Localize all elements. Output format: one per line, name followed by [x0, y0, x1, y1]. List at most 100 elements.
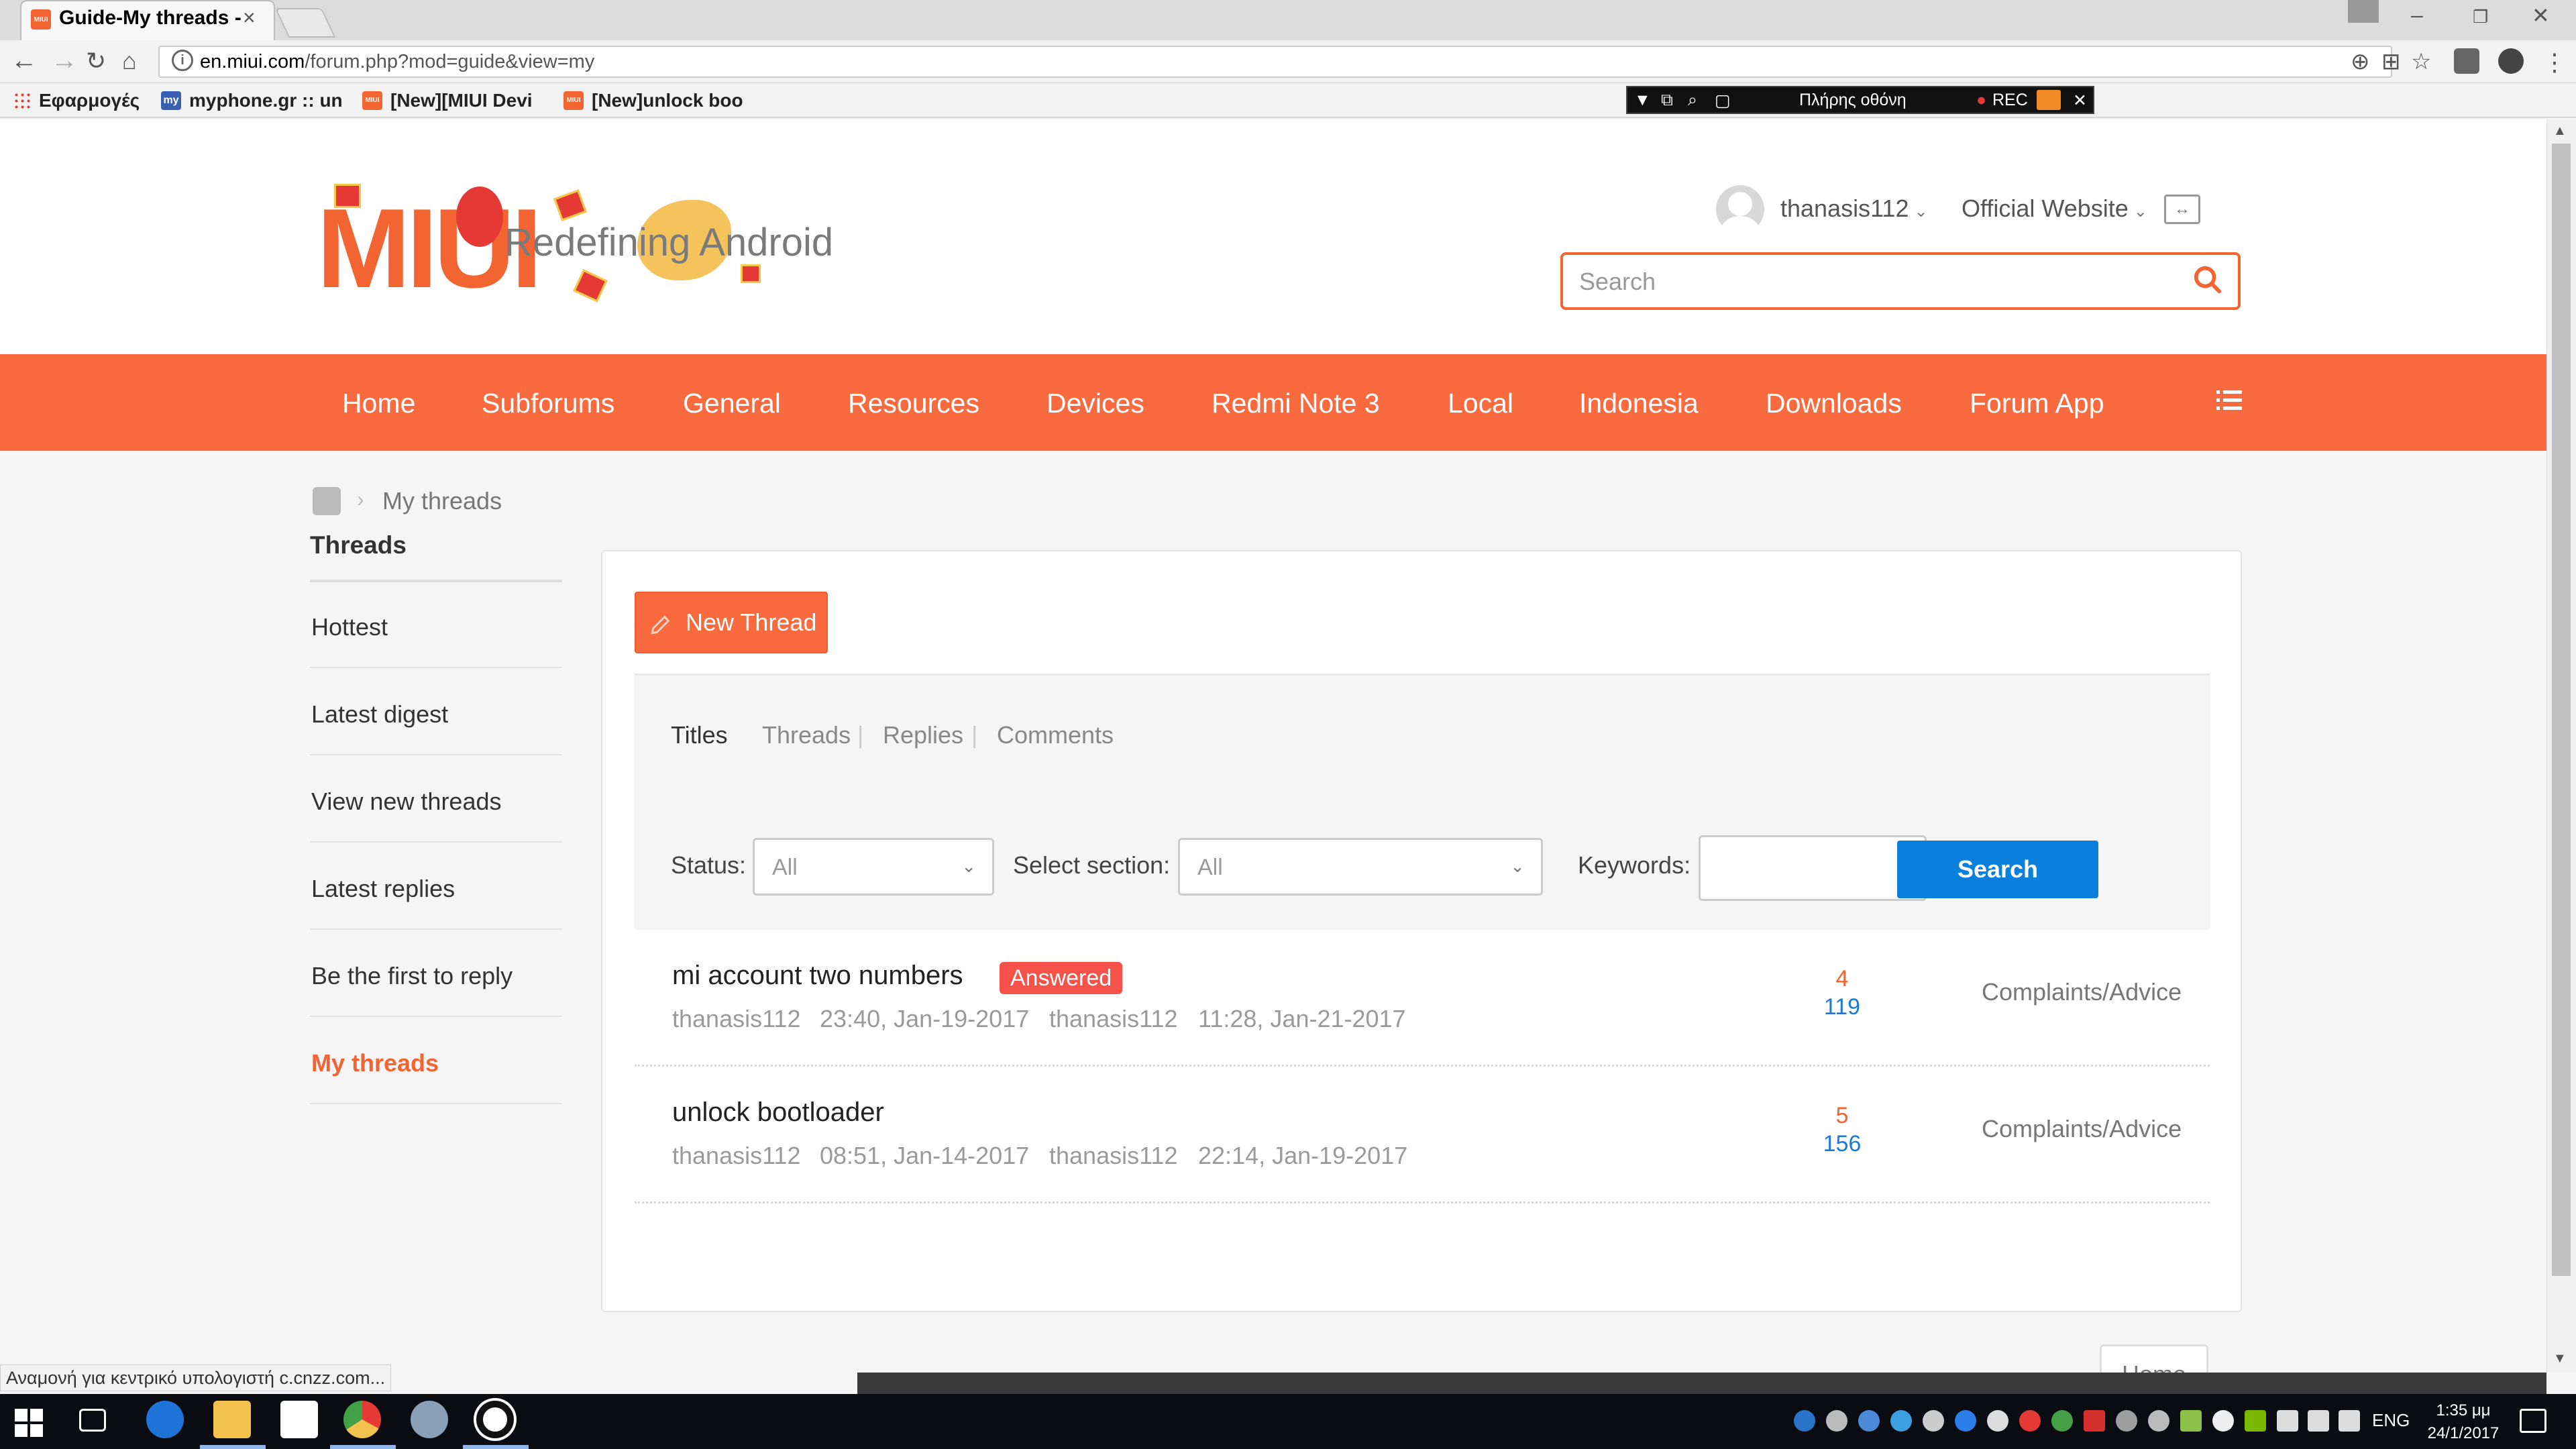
volume-icon[interactable]	[2339, 1410, 2360, 1432]
tray-app-icon[interactable]	[1890, 1410, 1912, 1432]
nav-subforums[interactable]: Subforums	[482, 388, 614, 419]
tab-replies[interactable]: Replies	[883, 721, 963, 749]
thread-title[interactable]: mi account two numbers	[672, 961, 963, 991]
thread-section[interactable]: Complaints/Advice	[1982, 978, 2182, 1006]
scrollbar-thumb[interactable]	[2552, 144, 2571, 1276]
expand-width-icon[interactable]: ↔	[2164, 195, 2200, 224]
thread-author[interactable]: thanasis112	[672, 1142, 800, 1170]
url-text[interactable]: en.miui.com/forum.php?mod=guide&view=my	[200, 51, 594, 73]
sidebar-item-latest-digest[interactable]: Latest digest	[310, 669, 562, 755]
thread-last-poster[interactable]: thanasis112	[1049, 1142, 1177, 1170]
nav-home[interactable]: Home	[342, 388, 415, 419]
recorder-zoom-icon[interactable]: ⌕	[1688, 91, 1697, 110]
new-thread-button[interactable]: New Thread	[635, 592, 828, 653]
breadcrumb-home-icon[interactable]	[313, 487, 341, 515]
action-center-icon[interactable]	[2520, 1409, 2546, 1433]
search-input[interactable]	[1579, 267, 2169, 297]
thread-section[interactable]: Complaints/Advice	[1982, 1115, 2182, 1143]
battery-icon[interactable]	[2277, 1410, 2298, 1432]
tray-app-icon[interactable]	[2180, 1410, 2202, 1432]
thread-last-poster[interactable]: thanasis112	[1049, 1005, 1177, 1033]
scroll-down-icon[interactable]: ▼	[2553, 1351, 2567, 1366]
official-website-menu[interactable]: Official Website ⌄	[1962, 195, 2147, 223]
sidebar-item-view-new-threads[interactable]: View new threads	[310, 757, 562, 843]
home-icon[interactable]: ⌂	[122, 47, 137, 75]
bookmark-star-icon[interactable]: ☆	[2411, 48, 2431, 75]
taskbar-clock[interactable]: 1:35 μμ 24/1/2017	[2423, 1399, 2504, 1445]
bookmark-apps[interactable]: Εφαρμογές	[13, 87, 148, 114]
nav-local[interactable]: Local	[1448, 388, 1513, 419]
network-globe-icon[interactable]	[411, 1401, 448, 1438]
section-select[interactable]: All ⌄	[1178, 838, 1543, 896]
search-icon[interactable]	[2192, 264, 2223, 295]
recorder-camera-icon[interactable]	[2037, 90, 2061, 110]
sidebar-item-hottest[interactable]: Hottest	[310, 582, 562, 668]
network-icon[interactable]	[2308, 1410, 2329, 1432]
nav-downloads[interactable]: Downloads	[1766, 388, 1902, 419]
tray-app-icon[interactable]	[1923, 1410, 1944, 1432]
restore-icon[interactable]: ❐	[2473, 7, 2488, 28]
recorder-fullscreen-label[interactable]: Πλήρης οθόνη	[1799, 91, 1907, 110]
keywords-input[interactable]	[1699, 835, 1927, 901]
browser-menu-icon[interactable]: ⋮	[2542, 48, 2567, 76]
back-icon[interactable]: ←	[11, 46, 38, 76]
input-language[interactable]: ENG	[2372, 1410, 2410, 1431]
nav-redmi-note-3[interactable]: Redmi Note 3	[1212, 388, 1380, 419]
tab-threads[interactable]: Threads	[762, 721, 851, 749]
nvidia-icon[interactable]	[2245, 1410, 2266, 1432]
site-info-icon[interactable]: i	[172, 50, 193, 71]
tray-app-icon[interactable]	[1987, 1410, 2008, 1432]
avatar[interactable]	[1716, 185, 1764, 233]
translate-icon[interactable]: ⊞	[2381, 48, 2401, 75]
zoom-icon[interactable]: ⊕	[2351, 48, 2370, 75]
status-select[interactable]: All ⌄	[753, 838, 994, 896]
record-app-icon[interactable]	[476, 1401, 514, 1438]
sidebar-item-my-threads[interactable]: My threads	[310, 1018, 562, 1104]
search-button[interactable]: Search	[1897, 841, 2098, 898]
recorder-dropdown-icon[interactable]: ▼	[1634, 91, 1651, 110]
tab-titles[interactable]: Titles	[671, 721, 728, 749]
onedrive-icon[interactable]	[2212, 1410, 2234, 1432]
extension-icon[interactable]	[2454, 48, 2479, 74]
minimize-icon[interactable]: –	[2411, 3, 2423, 28]
tray-app-icon[interactable]	[2148, 1410, 2169, 1432]
recorder-rec-label[interactable]: REC	[1992, 91, 2028, 110]
tab-close-icon[interactable]: ×	[243, 5, 256, 30]
tray-app-icon[interactable]	[2116, 1410, 2137, 1432]
recorder-region-icon[interactable]: ▢	[1715, 91, 1731, 111]
file-explorer-icon[interactable]	[213, 1401, 251, 1438]
tray-app-icon[interactable]	[1955, 1410, 1976, 1432]
tray-app-icon[interactable]	[1794, 1410, 1815, 1432]
home-button[interactable]: Home	[2100, 1344, 2208, 1373]
recorder-close-icon[interactable]: ✕	[2073, 91, 2087, 111]
tray-app-icon[interactable]	[2051, 1410, 2073, 1432]
thread-title[interactable]: unlock bootloader	[672, 1097, 884, 1128]
recorder-window-icon[interactable]: ⧉	[1661, 91, 1673, 110]
sidebar-item-first-to-reply[interactable]: Be the first to reply	[310, 931, 562, 1017]
browser-profile-icon[interactable]	[2348, 0, 2379, 23]
extension-badge-icon[interactable]	[2498, 48, 2524, 74]
reload-icon[interactable]: ↻	[86, 47, 106, 75]
nav-devices[interactable]: Devices	[1046, 388, 1144, 419]
nav-general[interactable]: General	[683, 388, 781, 419]
bookmark-miui-devices[interactable]: MIUI [New][MIUI Devi	[362, 87, 547, 114]
menu-icon[interactable]	[2216, 389, 2242, 412]
edge-browser-icon[interactable]	[146, 1401, 184, 1438]
task-view-icon[interactable]	[79, 1409, 106, 1432]
nav-indonesia[interactable]: Indonesia	[1579, 388, 1699, 419]
thread-author[interactable]: thanasis112	[672, 1005, 800, 1033]
bookmark-myphone[interactable]: my myphone.gr :: un	[161, 87, 342, 114]
sidebar-item-latest-replies[interactable]: Latest replies	[310, 844, 562, 930]
user-menu[interactable]: thanasis112 ⌄	[1780, 195, 1928, 223]
forward-icon[interactable]: →	[51, 46, 78, 76]
nav-forum-app[interactable]: Forum App	[1970, 388, 2104, 419]
tray-app-icon[interactable]	[2084, 1410, 2105, 1432]
scroll-up-icon[interactable]: ▲	[2553, 123, 2567, 139]
store-icon[interactable]	[280, 1401, 318, 1438]
tab-comments[interactable]: Comments	[997, 721, 1114, 749]
tray-app-icon[interactable]	[2019, 1410, 2041, 1432]
tray-app-icon[interactable]	[1826, 1410, 1847, 1432]
bookmark-unlock-bootloader[interactable]: MIUI [New]unlock boo	[564, 87, 751, 114]
tray-app-icon[interactable]	[1858, 1410, 1880, 1432]
nav-resources[interactable]: Resources	[848, 388, 979, 419]
